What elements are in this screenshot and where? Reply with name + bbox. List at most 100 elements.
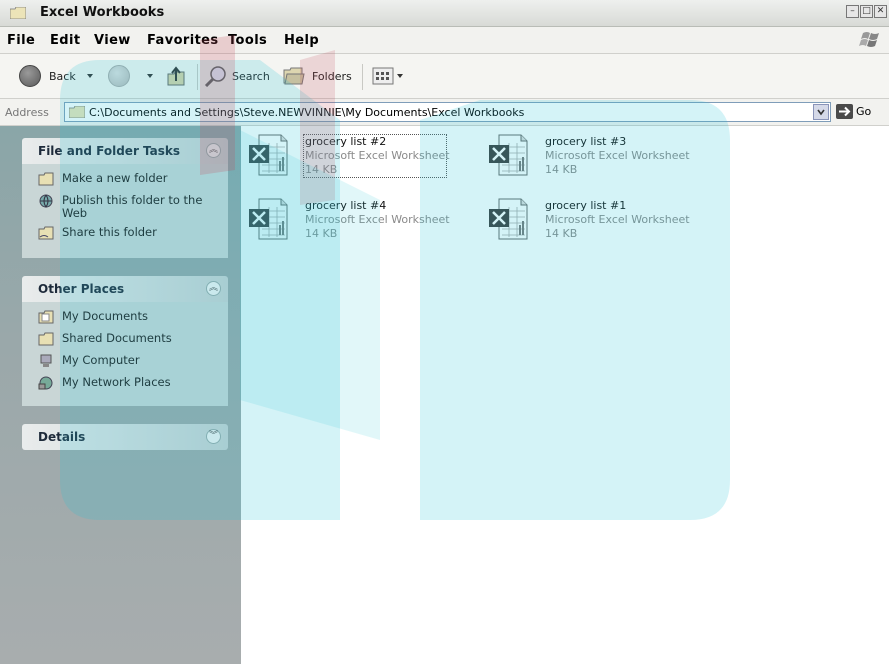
address-dropdown-button[interactable]: [813, 104, 829, 120]
forward-button[interactable]: [108, 65, 130, 87]
excel-file-icon: [249, 198, 288, 240]
other-places-header[interactable]: Other Places ︽: [22, 276, 228, 302]
place-label: My Documents: [62, 309, 148, 323]
toolbar-separator: [362, 64, 363, 90]
place-label: Shared Documents: [62, 331, 172, 345]
file-type: Microsoft Excel Worksheet: [545, 149, 690, 162]
file-folder-tasks-header[interactable]: File and Folder Tasks ︽: [22, 138, 228, 164]
file-name: grocery list #3: [545, 135, 627, 148]
minimize-button[interactable]: –: [846, 5, 859, 18]
chevron-down-icon: [817, 109, 825, 116]
details-header[interactable]: Details ︾: [22, 424, 228, 450]
folders-label: Folders: [312, 69, 352, 83]
menu-bar: File Edit View Favorites Tools Help: [0, 27, 889, 54]
chevron-down-icon: [147, 74, 153, 78]
menu-edit[interactable]: Edit: [50, 33, 80, 48]
globe-icon: [39, 194, 53, 208]
folder-icon: [69, 106, 85, 118]
file-type: Microsoft Excel Worksheet: [305, 213, 450, 226]
close-button[interactable]: ✕: [874, 5, 887, 18]
excel-file-icon: [249, 134, 288, 176]
file-size: 14 KB: [305, 227, 338, 240]
search-icon: [204, 66, 226, 87]
title-bar: Excel Workbooks – □ ✕: [0, 0, 889, 27]
forward-arrow-icon: [108, 65, 130, 87]
task-publish-folder[interactable]: Publish this folder to the Web: [22, 194, 228, 220]
maximize-button[interactable]: □: [860, 5, 873, 18]
file-name: grocery list #2: [305, 135, 387, 148]
chevron-down-icon: [397, 74, 403, 78]
file-name: grocery list #1: [545, 199, 627, 212]
collapse-icon[interactable]: ︽: [206, 143, 221, 158]
folder-icon: [10, 7, 26, 19]
views-button[interactable]: [372, 65, 403, 87]
file-type: Microsoft Excel Worksheet: [545, 213, 690, 226]
back-button[interactable]: Back: [19, 65, 76, 87]
panel-title: Other Places: [38, 282, 125, 296]
excel-file-icon: [489, 198, 528, 240]
file-name: grocery list #4: [305, 199, 387, 212]
task-make-new-folder[interactable]: Make a new folder: [22, 172, 228, 194]
documents-folder-icon: [38, 310, 54, 324]
menu-view[interactable]: View: [94, 33, 131, 48]
place-shared-documents[interactable]: Shared Documents: [22, 332, 228, 354]
other-places-panel: Other Places ︽ My Documents Shared Docum…: [22, 276, 228, 406]
collapse-icon[interactable]: ︽: [206, 281, 221, 296]
task-pane: File and Folder Tasks ︽ Make a new folde…: [0, 126, 241, 664]
views-icon: [372, 67, 394, 85]
chevron-down-icon: [87, 74, 93, 78]
address-bar: Address C:\Documents and Settings\Steve.…: [0, 99, 889, 126]
share-folder-icon: [38, 226, 54, 240]
network-icon: [38, 376, 53, 390]
task-label: Share this folder: [62, 225, 157, 239]
file-item[interactable]: grocery list #3 Microsoft Excel Workshee…: [483, 128, 703, 178]
go-button[interactable]: Go: [836, 104, 871, 119]
file-folder-tasks-panel: File and Folder Tasks ︽ Make a new folde…: [22, 138, 228, 258]
back-arrow-icon: [19, 65, 41, 87]
computer-icon: [40, 354, 52, 367]
place-my-computer[interactable]: My Computer: [22, 354, 228, 376]
menu-tools[interactable]: Tools: [228, 33, 267, 48]
file-size: 14 KB: [545, 163, 578, 176]
excel-file-icon: [489, 134, 528, 176]
place-label: My Computer: [62, 353, 140, 367]
menu-help[interactable]: Help: [284, 33, 319, 48]
file-type: Microsoft Excel Worksheet: [305, 149, 450, 162]
file-list: grocery list #2 Microsoft Excel Workshee…: [241, 126, 889, 664]
file-item[interactable]: grocery list #1 Microsoft Excel Workshee…: [483, 192, 703, 242]
place-label: My Network Places: [62, 375, 171, 389]
address-label: Address: [5, 106, 49, 119]
menu-favorites[interactable]: Favorites: [147, 33, 219, 48]
back-dropdown[interactable]: [87, 65, 93, 87]
task-label: Make a new folder: [62, 171, 168, 185]
go-arrow-icon: [836, 104, 853, 119]
toolbar: Back Search Folders: [0, 54, 889, 99]
details-panel: Details ︾: [22, 424, 228, 450]
place-my-network-places[interactable]: My Network Places: [22, 376, 228, 398]
file-size: 14 KB: [305, 163, 338, 176]
up-folder-button[interactable]: [165, 65, 187, 87]
forward-dropdown[interactable]: [147, 65, 153, 87]
search-button[interactable]: Search: [204, 65, 270, 87]
file-item[interactable]: grocery list #4 Microsoft Excel Workshee…: [243, 192, 463, 242]
search-label: Search: [232, 69, 270, 83]
place-my-documents[interactable]: My Documents: [22, 310, 228, 332]
folders-button[interactable]: Folders: [282, 65, 352, 87]
window-title: Excel Workbooks: [40, 5, 165, 20]
task-label: Publish this folder to the Web: [62, 193, 203, 220]
windows-logo-icon: [859, 32, 879, 47]
expand-icon[interactable]: ︾: [206, 429, 221, 444]
address-input[interactable]: C:\Documents and Settings\Steve.NEWVINNI…: [64, 102, 831, 122]
folders-icon: [283, 67, 305, 85]
panel-title: File and Folder Tasks: [38, 144, 181, 158]
go-label: Go: [856, 105, 872, 118]
address-path: C:\Documents and Settings\Steve.NEWVINNI…: [89, 106, 525, 119]
task-share-folder[interactable]: Share this folder: [22, 226, 228, 248]
back-label: Back: [49, 69, 76, 83]
new-folder-icon: [38, 172, 54, 186]
toolbar-separator: [197, 64, 198, 90]
panel-title: Details: [38, 430, 86, 444]
file-item[interactable]: grocery list #2 Microsoft Excel Workshee…: [243, 128, 463, 178]
menu-file[interactable]: File: [7, 33, 35, 48]
up-folder-icon: [167, 66, 185, 86]
